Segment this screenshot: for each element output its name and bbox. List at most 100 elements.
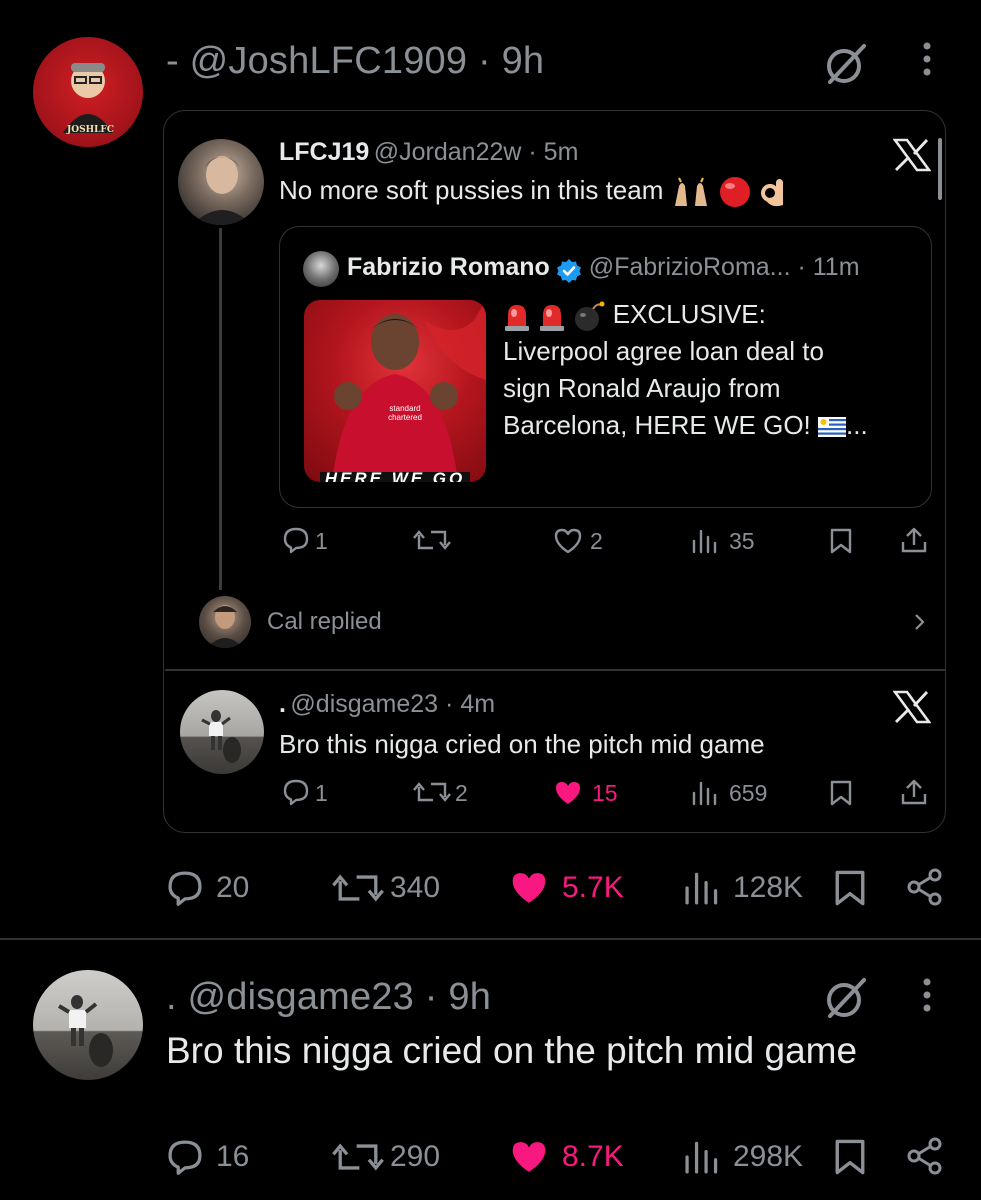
fabrizio-handle[interactable]: @FabrizioRoma...: [589, 253, 791, 281]
like-filled-icon[interactable]: [508, 869, 550, 907]
separator-dot: ·: [424, 976, 438, 1018]
fabrizio-line-3: Barcelona, HERE WE GO!: [503, 410, 811, 440]
like-icon[interactable]: [553, 527, 583, 555]
lfcj-text-row: No more soft pussies in this team: [279, 175, 789, 209]
fabrizio-line-1: Liverpool agree loan deal to: [503, 336, 824, 366]
fabrizio-ellipsis: ...: [846, 410, 868, 440]
tweet-divider: [0, 938, 981, 940]
thread-line: [219, 228, 222, 590]
lfcj-text: No more soft pussies in this team: [279, 175, 664, 205]
second-retweet-count: 290: [390, 1140, 441, 1173]
share-icon[interactable]: [900, 526, 928, 554]
fabrizio-header: Fabrizio Romano @FabrizioRoma... · 11m: [347, 253, 860, 284]
main-retweet-count: 340: [390, 871, 441, 904]
siren-icon: [503, 301, 531, 332]
avatar-disgame23[interactable]: [180, 690, 264, 774]
ok-hand-icon: [759, 175, 789, 209]
reply-handle[interactable]: @disgame23: [290, 690, 438, 718]
card-divider: [165, 669, 945, 671]
quoted-media-image[interactable]: standard chartered HERE WE GO: [304, 300, 486, 482]
tweet-time[interactable]: 9h: [502, 40, 545, 82]
uruguay-flag-icon: [818, 417, 846, 438]
x-logo-icon[interactable]: [893, 138, 931, 172]
views-icon[interactable]: [691, 527, 719, 555]
raising-hands-icon: [671, 176, 711, 208]
reply-text: Bro this nigga cried on the pitch mid ga…: [279, 729, 765, 759]
more-options-icon[interactable]: [917, 976, 937, 1016]
second-tweet-text: Bro this nigga cried on the pitch mid ga…: [166, 1030, 858, 1071]
grok-icon[interactable]: [822, 974, 870, 1022]
second-handle[interactable]: @disgame23: [188, 976, 414, 1018]
more-options-icon[interactable]: [917, 40, 937, 80]
views-icon[interactable]: [691, 779, 719, 807]
lfcj-time[interactable]: 5m: [544, 138, 579, 166]
avatar-fabrizio[interactable]: [303, 251, 339, 287]
media-caption: HERE WE GO: [324, 469, 466, 483]
views-icon[interactable]: [683, 1138, 721, 1176]
reply-icon[interactable]: [282, 526, 310, 554]
fabrizio-name[interactable]: Fabrizio Romano: [347, 253, 550, 281]
retweet-icon[interactable]: [413, 527, 451, 553]
reply-reply-count: 1: [315, 780, 328, 806]
retweet-icon[interactable]: [332, 870, 384, 906]
fabrizio-text: EXCLUSIVE: Liverpool agree loan deal to …: [503, 296, 868, 444]
avatar-cal[interactable]: [199, 596, 251, 648]
reply-like-count: 15: [592, 780, 618, 806]
main-view-count: 128K: [733, 871, 804, 904]
main-reply-count: 20: [216, 871, 250, 904]
reply-header: . @disgame23 · 4m: [279, 690, 496, 718]
avatar-disgame23[interactable]: [33, 970, 143, 1080]
second-tweet-header: . @disgame23 · 9h: [166, 976, 491, 1019]
bookmark-icon[interactable]: [833, 868, 867, 908]
second-view-count: 298K: [733, 1140, 804, 1173]
reply-view-count: 659: [729, 780, 768, 806]
avatar-joshlfc[interactable]: JOSHLFC: [33, 37, 143, 147]
bookmark-icon[interactable]: [829, 527, 853, 555]
bomb-icon: [573, 300, 605, 332]
fabrizio-time[interactable]: 11m: [813, 253, 860, 281]
share-icon[interactable]: [900, 778, 928, 806]
main-like-count: 5.7K: [562, 871, 624, 904]
lfcj-header: LFCJ19 @Jordan22w · 5m: [279, 138, 579, 166]
red-circle-icon: [718, 175, 752, 209]
fabrizio-headline: EXCLUSIVE:: [612, 299, 766, 329]
lfcj-view-count: 35: [729, 528, 755, 554]
fabrizio-line-2: sign Ronald Araujo from: [503, 373, 781, 403]
second-reply-count: 16: [216, 1140, 250, 1173]
cal-replied-text[interactable]: Cal replied: [267, 608, 382, 636]
author-handle[interactable]: @JoshLFC1909: [190, 40, 468, 82]
reply-time[interactable]: 4m: [460, 690, 495, 718]
reply-icon[interactable]: [166, 869, 204, 907]
avatar-lfcj19[interactable]: [178, 139, 264, 225]
chevron-right-icon[interactable]: [913, 613, 927, 631]
lfcj-reply-count: 1: [315, 528, 328, 554]
share-network-icon[interactable]: [905, 867, 945, 907]
bookmark-icon[interactable]: [833, 1137, 867, 1177]
x-logo-icon[interactable]: [893, 690, 931, 724]
bookmark-icon[interactable]: [829, 779, 853, 807]
shirt-sponsor-text: standard chartered: [388, 404, 422, 422]
author-prefix: -: [166, 40, 179, 82]
like-filled-icon[interactable]: [553, 779, 583, 807]
second-like-count: 8.7K: [562, 1140, 624, 1173]
reply-icon[interactable]: [282, 778, 310, 806]
avatar-text: JOSHLFC: [67, 125, 114, 135]
retweet-icon[interactable]: [332, 1139, 384, 1175]
card-scrollbar[interactable]: [938, 138, 942, 200]
grok-icon[interactable]: [822, 40, 870, 88]
separator-dot: ·: [477, 40, 491, 82]
views-icon[interactable]: [683, 869, 721, 907]
verified-badge-icon: [556, 258, 582, 284]
second-name[interactable]: .: [166, 976, 177, 1018]
lfcj-like-count: 2: [590, 528, 603, 554]
retweet-icon[interactable]: [413, 779, 451, 805]
like-filled-icon[interactable]: [508, 1138, 550, 1176]
second-time[interactable]: 9h: [448, 976, 491, 1018]
reply-name[interactable]: .: [279, 690, 286, 718]
lfcj-handle[interactable]: @Jordan22w: [374, 138, 522, 166]
reply-retweet-count: 2: [455, 780, 468, 806]
reply-icon[interactable]: [166, 1138, 204, 1176]
share-network-icon[interactable]: [905, 1136, 945, 1176]
lfcj-name[interactable]: LFCJ19: [279, 138, 369, 166]
siren-icon: [538, 301, 566, 332]
